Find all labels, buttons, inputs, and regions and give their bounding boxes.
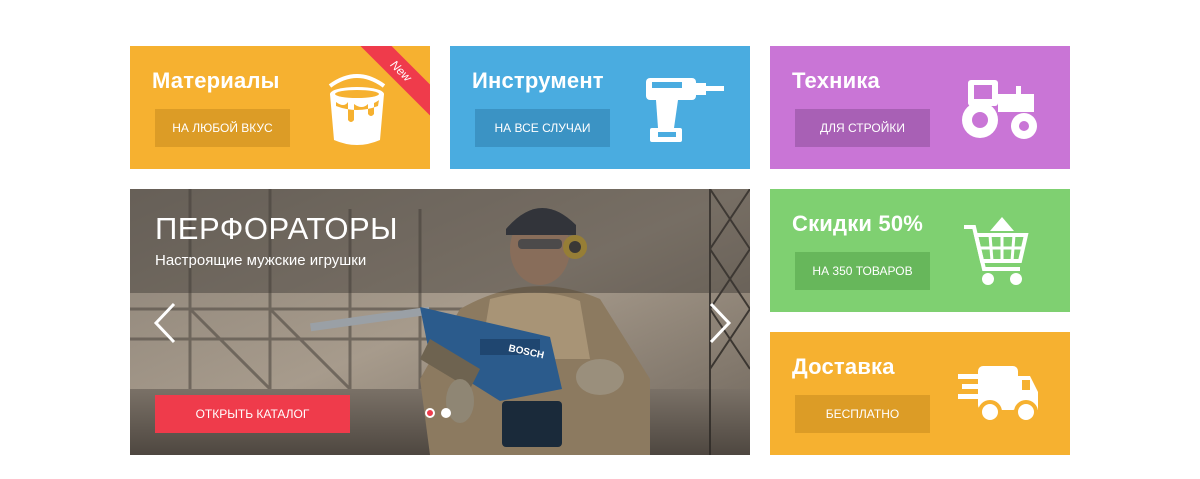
hero-subtitle: Настроящие мужские игрушки bbox=[155, 252, 367, 269]
tile-title: Материалы bbox=[152, 68, 280, 93]
hero-title: ПЕРФОРАТОРЫ bbox=[155, 211, 399, 246]
tile-title: Скидки 50% bbox=[792, 211, 924, 236]
tile-discounts[interactable]: Скидки 50% На 350 товаров bbox=[770, 189, 1070, 312]
tile-title: Доставка bbox=[792, 354, 895, 379]
hero-slider[interactable]: BOSCH ПЕРФОРАТОРЫ Настроящие мужские игр… bbox=[130, 189, 750, 455]
prev-slide-arrow-icon[interactable] bbox=[152, 301, 178, 345]
discounts-button[interactable]: На 350 товаров bbox=[795, 252, 930, 290]
paint-bucket-icon bbox=[322, 68, 392, 148]
next-slide-arrow-icon[interactable] bbox=[707, 301, 733, 345]
tractor-icon bbox=[960, 76, 1042, 140]
shopping-cart-icon bbox=[962, 215, 1030, 289]
tile-title: Техника bbox=[792, 68, 880, 93]
tile-machinery[interactable]: Техника Для стройки bbox=[770, 46, 1070, 169]
slider-dot-2[interactable] bbox=[441, 408, 451, 418]
tile-title: Инструмент bbox=[472, 68, 604, 93]
open-catalog-button[interactable]: Открыть каталог bbox=[155, 395, 350, 433]
machinery-button[interactable]: Для стройки bbox=[795, 109, 930, 147]
drill-icon bbox=[642, 74, 726, 144]
delivery-truck-icon bbox=[958, 362, 1040, 426]
slider-pagination bbox=[425, 408, 451, 418]
tile-delivery[interactable]: Доставка Бесплатно bbox=[770, 332, 1070, 455]
slider-dot-1[interactable] bbox=[425, 408, 435, 418]
tile-tools[interactable]: Инструмент На все случаи bbox=[450, 46, 750, 169]
tile-materials[interactable]: Материалы На любой вкус New bbox=[130, 46, 430, 169]
tools-button[interactable]: На все случаи bbox=[475, 109, 610, 147]
delivery-button[interactable]: Бесплатно bbox=[795, 395, 930, 433]
materials-button[interactable]: На любой вкус bbox=[155, 109, 290, 147]
